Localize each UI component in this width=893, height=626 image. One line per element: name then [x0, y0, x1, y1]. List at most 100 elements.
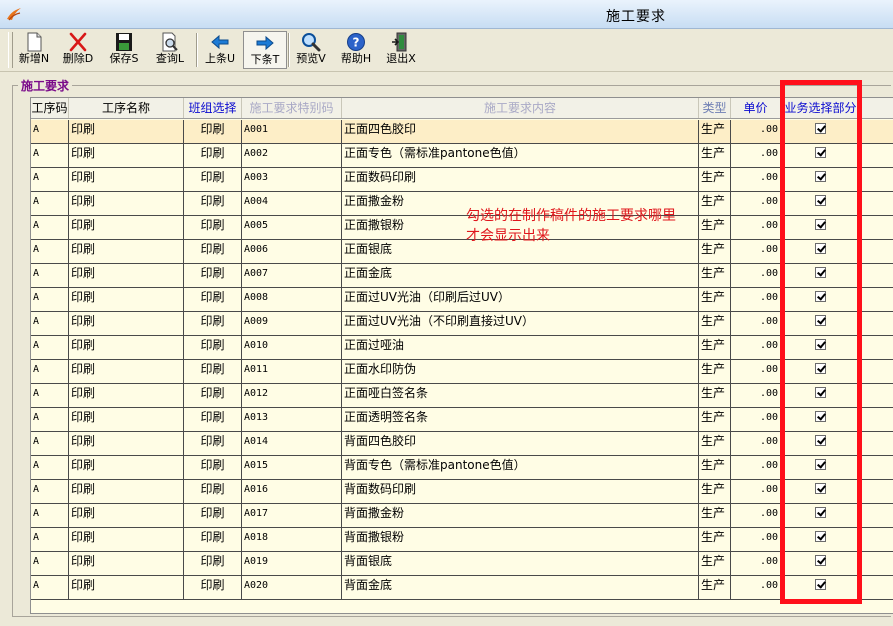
cell-requirement-content[interactable]: 正面水印防伪 [342, 360, 699, 383]
cell-process-code[interactable]: A [31, 360, 69, 383]
cell-process-code[interactable]: A [31, 432, 69, 455]
cell-type[interactable]: 生产 [699, 456, 731, 479]
cell-process-code[interactable]: A [31, 216, 69, 239]
table-row[interactable]: A 印刷 印刷 A004 正面撒金粉 生产 .00 [31, 192, 893, 216]
cell-special-code[interactable]: A011 [242, 360, 342, 383]
exit-button[interactable]: 退出X [379, 31, 423, 69]
cell-process-name[interactable]: 印刷 [69, 288, 184, 311]
table-row[interactable]: A 印刷 印刷 A009 正面过UV光油（不印刷直接过UV） 生产 .00 [31, 312, 893, 336]
business-select-checkbox[interactable] [815, 219, 826, 230]
cell-type[interactable]: 生产 [699, 552, 731, 575]
cell-team[interactable]: 印刷 [184, 144, 242, 167]
cell-business-select[interactable] [781, 456, 861, 479]
cell-unit-price[interactable]: .00 [731, 528, 781, 551]
table-row[interactable]: A 印刷 印刷 A010 正面过哑油 生产 .00 [31, 336, 893, 360]
cell-team[interactable]: 印刷 [184, 432, 242, 455]
cell-business-select[interactable] [781, 480, 861, 503]
header-business-select[interactable]: 业务选择部分 [781, 98, 861, 118]
cell-business-select[interactable] [781, 576, 861, 599]
cell-requirement-content[interactable]: 正面金底 [342, 264, 699, 287]
table-row[interactable]: A 印刷 印刷 A005 正面撒银粉 生产 .00 [31, 216, 893, 240]
cell-process-name[interactable]: 印刷 [69, 168, 184, 191]
cell-business-select[interactable] [781, 312, 861, 335]
header-type[interactable]: 类型 [699, 98, 731, 118]
cell-unit-price[interactable]: .00 [731, 576, 781, 599]
header-process-code[interactable]: 工序码 [31, 98, 69, 118]
cell-process-name[interactable]: 印刷 [69, 144, 184, 167]
cell-special-code[interactable]: A008 [242, 288, 342, 311]
new-button[interactable]: 新增N [12, 31, 56, 69]
cell-business-select[interactable] [781, 192, 861, 215]
cell-team[interactable]: 印刷 [184, 384, 242, 407]
cell-unit-price[interactable]: .00 [731, 384, 781, 407]
cell-business-select[interactable] [781, 288, 861, 311]
cell-process-name[interactable]: 印刷 [69, 240, 184, 263]
cell-business-select[interactable] [781, 240, 861, 263]
cell-team[interactable]: 印刷 [184, 552, 242, 575]
cell-business-select[interactable] [781, 216, 861, 239]
business-select-checkbox[interactable] [815, 171, 826, 182]
cell-unit-price[interactable]: .00 [731, 288, 781, 311]
cell-process-name[interactable]: 印刷 [69, 576, 184, 599]
cell-process-code[interactable]: A [31, 480, 69, 503]
cell-unit-price[interactable]: .00 [731, 168, 781, 191]
cell-requirement-content[interactable]: 正面过哑油 [342, 336, 699, 359]
cell-unit-price[interactable]: .00 [731, 456, 781, 479]
cell-process-code[interactable]: A [31, 120, 69, 143]
cell-requirement-content[interactable]: 正面专色（需标准pantone色值） [342, 144, 699, 167]
table-row[interactable]: A 印刷 印刷 A001 正面四色胶印 生产 .00 [31, 120, 893, 144]
cell-process-code[interactable]: A [31, 336, 69, 359]
business-select-checkbox[interactable] [815, 411, 826, 422]
cell-type[interactable]: 生产 [699, 144, 731, 167]
cell-process-name[interactable]: 印刷 [69, 312, 184, 335]
table-row[interactable]: A 印刷 印刷 A016 背面数码印刷 生产 .00 [31, 480, 893, 504]
cell-special-code[interactable]: A012 [242, 384, 342, 407]
cell-special-code[interactable]: A018 [242, 528, 342, 551]
business-select-checkbox[interactable] [815, 579, 826, 590]
cell-team[interactable]: 印刷 [184, 240, 242, 263]
cell-team[interactable]: 印刷 [184, 504, 242, 527]
cell-special-code[interactable]: A001 [242, 120, 342, 143]
cell-type[interactable]: 生产 [699, 168, 731, 191]
cell-process-code[interactable]: A [31, 408, 69, 431]
cell-team[interactable]: 印刷 [184, 216, 242, 239]
table-row[interactable]: A 印刷 印刷 A007 正面金底 生产 .00 [31, 264, 893, 288]
cell-special-code[interactable]: A004 [242, 192, 342, 215]
cell-business-select[interactable] [781, 504, 861, 527]
cell-team[interactable]: 印刷 [184, 168, 242, 191]
help-button[interactable]: ? 帮助H [334, 31, 378, 69]
cell-business-select[interactable] [781, 552, 861, 575]
cell-team[interactable]: 印刷 [184, 456, 242, 479]
cell-process-name[interactable]: 印刷 [69, 480, 184, 503]
cell-process-code[interactable]: A [31, 504, 69, 527]
table-row[interactable]: A 印刷 印刷 A003 正面数码印刷 生产 .00 [31, 168, 893, 192]
cell-special-code[interactable]: A003 [242, 168, 342, 191]
cell-business-select[interactable] [781, 168, 861, 191]
cell-process-code[interactable]: A [31, 288, 69, 311]
cell-process-code[interactable]: A [31, 192, 69, 215]
cell-type[interactable]: 生产 [699, 264, 731, 287]
save-button[interactable]: 保存S [102, 31, 146, 69]
business-select-checkbox[interactable] [815, 507, 826, 518]
cell-type[interactable]: 生产 [699, 480, 731, 503]
table-row[interactable]: A 印刷 印刷 A015 背面专色（需标准pantone色值） 生产 .00 [31, 456, 893, 480]
header-unit-price[interactable]: 单价 [731, 98, 781, 118]
cell-type[interactable]: 生产 [699, 360, 731, 383]
cell-unit-price[interactable]: .00 [731, 216, 781, 239]
table-row[interactable]: A 印刷 印刷 A018 背面撒银粉 生产 .00 [31, 528, 893, 552]
cell-process-name[interactable]: 印刷 [69, 360, 184, 383]
cell-special-code[interactable]: A010 [242, 336, 342, 359]
cell-special-code[interactable]: A007 [242, 264, 342, 287]
header-requirement-content[interactable]: 施工要求内容 [342, 98, 699, 118]
cell-requirement-content[interactable]: 正面过UV光油（不印刷直接过UV） [342, 312, 699, 335]
cell-team[interactable]: 印刷 [184, 312, 242, 335]
cell-type[interactable]: 生产 [699, 384, 731, 407]
cell-process-code[interactable]: A [31, 312, 69, 335]
cell-process-code[interactable]: A [31, 264, 69, 287]
cell-requirement-content[interactable]: 正面四色胶印 [342, 120, 699, 143]
cell-business-select[interactable] [781, 528, 861, 551]
cell-requirement-content[interactable]: 正面过UV光油（印刷后过UV） [342, 288, 699, 311]
business-select-checkbox[interactable] [815, 435, 826, 446]
cell-process-code[interactable]: A [31, 384, 69, 407]
next-record-button[interactable]: 下条T [243, 31, 287, 69]
